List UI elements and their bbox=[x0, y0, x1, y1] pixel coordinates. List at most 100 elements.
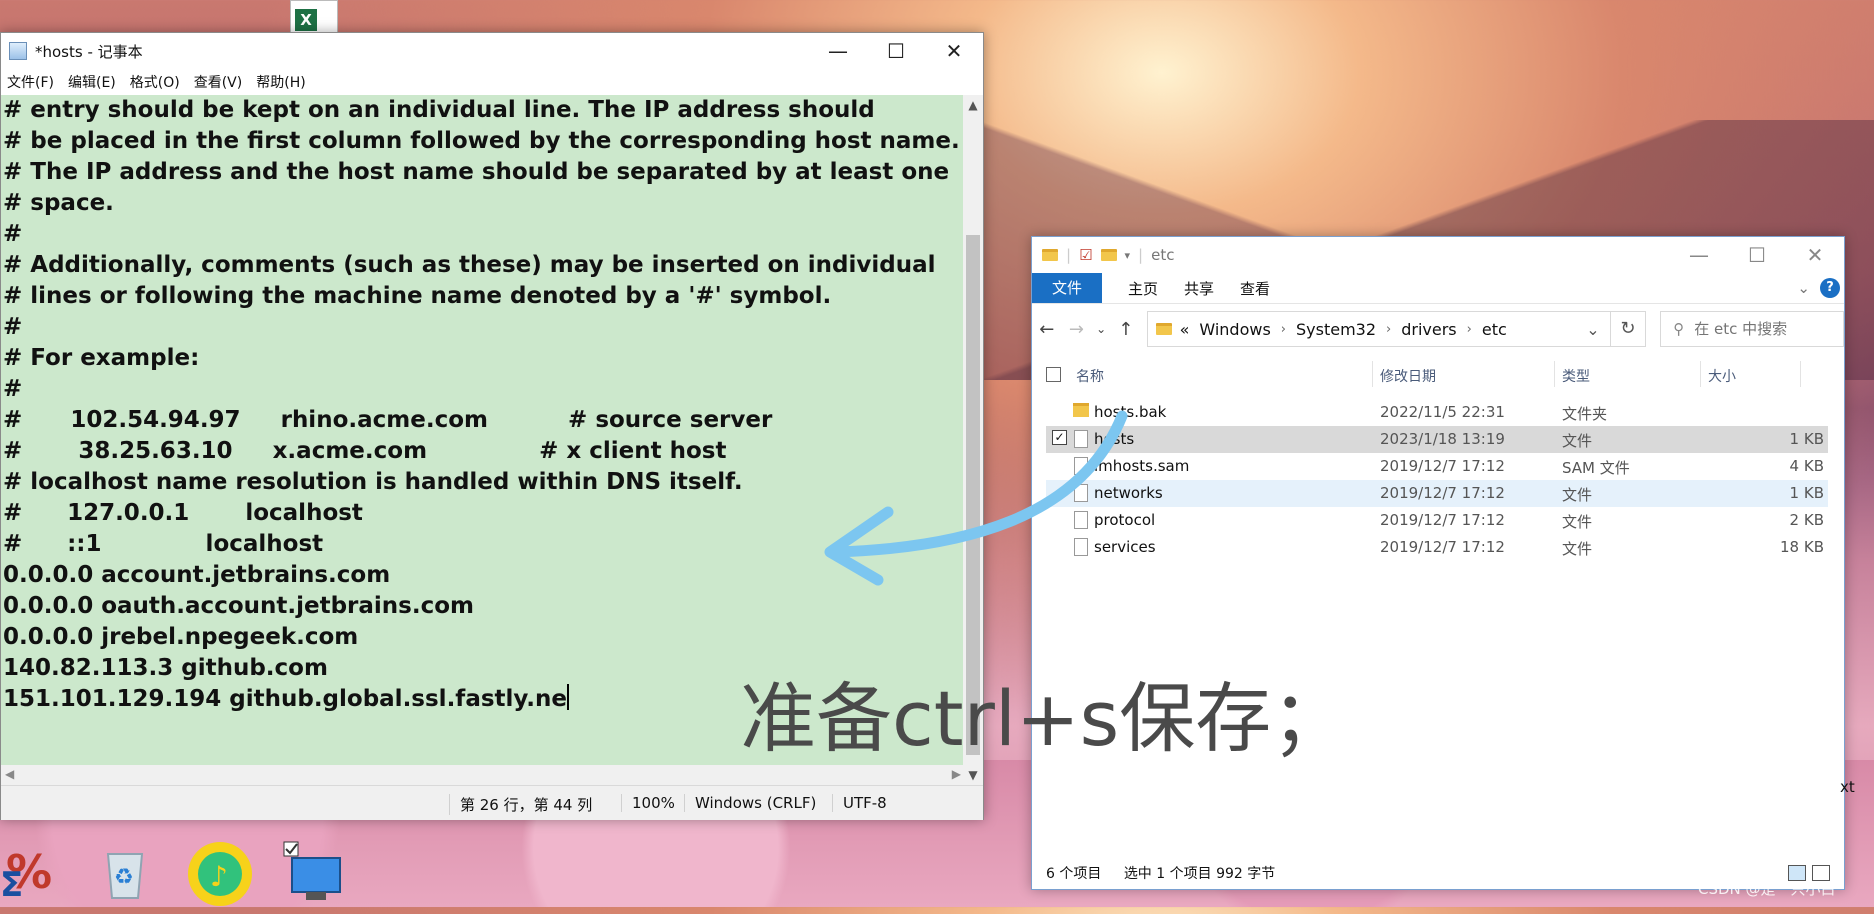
qq-music-icon[interactable]: ♪ bbox=[186, 840, 252, 906]
notepad-window: *hosts - 记事本 — ☐ ✕ 文件(F) 编辑(E) 格式(O) 查看(… bbox=[0, 32, 984, 820]
file-row[interactable]: networks 2019/12/7 17:12 文件 1 KB bbox=[1046, 480, 1828, 507]
back-icon[interactable]: ← bbox=[1032, 319, 1062, 340]
address-dropdown-icon[interactable]: ⌄ bbox=[1586, 320, 1599, 339]
file-row[interactable]: services 2019/12/7 17:12 文件 18 KB bbox=[1046, 534, 1828, 561]
chevron-right-icon[interactable]: › bbox=[1467, 322, 1472, 337]
text-line: # 127.0.0.1 localhost bbox=[3, 500, 363, 526]
file-type: SAM 文件 bbox=[1562, 459, 1630, 477]
menu-format[interactable]: 格式(O) bbox=[130, 72, 180, 92]
row-checkbox[interactable]: ✓ bbox=[1052, 430, 1067, 445]
column-name[interactable]: 名称 bbox=[1076, 366, 1104, 386]
breadcrumb-drivers[interactable]: drivers bbox=[1401, 320, 1456, 339]
text-line: # bbox=[3, 314, 23, 340]
file-size: 1 KB bbox=[1789, 484, 1824, 502]
file-row[interactable]: protocol 2019/12/7 17:12 文件 2 KB bbox=[1046, 507, 1828, 534]
tab-share[interactable]: 共享 bbox=[1184, 278, 1214, 299]
file-row[interactable]: lmhosts.sam 2019/12/7 17:12 SAM 文件 4 KB bbox=[1046, 453, 1828, 480]
text-line: # entry should be kept on an individual … bbox=[3, 97, 875, 123]
scroll-up-icon[interactable]: ▲ bbox=[963, 95, 983, 115]
text-line: # bbox=[3, 221, 23, 247]
select-all-checkbox[interactable] bbox=[1046, 367, 1061, 382]
search-box[interactable]: ⚲ bbox=[1660, 311, 1844, 347]
scroll-thumb[interactable] bbox=[966, 235, 980, 755]
close-icon[interactable]: ✕ bbox=[1786, 237, 1844, 273]
scroll-down-icon[interactable]: ▼ bbox=[963, 765, 983, 785]
close-icon[interactable]: ✕ bbox=[925, 33, 983, 69]
file-icon bbox=[1074, 430, 1088, 448]
tab-home[interactable]: 主页 bbox=[1128, 278, 1158, 299]
recent-dropdown-icon[interactable]: ⌄ bbox=[1091, 322, 1111, 336]
notepad-titlebar[interactable]: *hosts - 记事本 — ☐ ✕ bbox=[1, 33, 983, 69]
column-headers: 名称 修改日期 类型 大小 bbox=[1032, 357, 1844, 391]
file-row[interactable]: hosts.bak 2022/11/5 22:31 文件夹 bbox=[1046, 399, 1828, 426]
selection-info: 选中 1 个项目 992 字节 bbox=[1123, 866, 1276, 882]
chevron-right-icon[interactable]: › bbox=[1386, 322, 1391, 337]
item-count: 6 个项目 bbox=[1046, 866, 1102, 882]
excel-desktop-icon[interactable]: X bbox=[290, 0, 338, 34]
text-line: # bbox=[3, 376, 23, 402]
notepad-text-area[interactable]: # entry should be kept on an individual … bbox=[1, 95, 965, 765]
breadcrumb-etc[interactable]: etc bbox=[1482, 320, 1507, 339]
folder-icon bbox=[1073, 403, 1089, 417]
notepad-icon bbox=[9, 42, 27, 60]
file-icon bbox=[1074, 538, 1088, 556]
file-row[interactable]: ✓ hosts 2023/1/18 13:19 文件 1 KB bbox=[1046, 426, 1828, 453]
chevron-right-icon[interactable]: › bbox=[1281, 322, 1286, 337]
tab-view[interactable]: 查看 bbox=[1240, 278, 1270, 299]
menu-view[interactable]: 查看(V) bbox=[194, 72, 243, 92]
percent-app-icon[interactable]: % Σ bbox=[0, 840, 62, 905]
file-name: protocol bbox=[1094, 511, 1156, 529]
menu-edit[interactable]: 编辑(E) bbox=[68, 72, 116, 92]
tab-file[interactable]: 文件 bbox=[1032, 273, 1102, 303]
forward-icon[interactable]: → bbox=[1062, 319, 1092, 340]
column-type[interactable]: 类型 bbox=[1562, 366, 1590, 386]
quick-access-dropdown-icon[interactable]: ▾ bbox=[1125, 249, 1131, 262]
text-line: 0.0.0.0 jrebel.npegeek.com bbox=[3, 624, 359, 650]
text-line: 151.101.129.194 github.global.ssl.fastly… bbox=[3, 684, 569, 712]
maximize-icon[interactable]: ☐ bbox=[1728, 237, 1786, 273]
help-icon[interactable]: ? bbox=[1820, 278, 1840, 298]
text-line: # 38.25.63.10 x.acme.com # x client host bbox=[3, 438, 727, 464]
minimize-icon[interactable]: — bbox=[809, 33, 867, 69]
maximize-icon[interactable]: ☐ bbox=[867, 33, 925, 69]
minimize-icon[interactable]: — bbox=[1670, 237, 1728, 273]
line-ending: Windows (CRLF) bbox=[684, 794, 816, 812]
scroll-left-icon[interactable]: ◀ bbox=[5, 767, 14, 781]
address-bar[interactable]: « Windows › System32 › drivers › etc ⌄ bbox=[1146, 311, 1611, 347]
vertical-scrollbar[interactable]: ▲ ▼ bbox=[963, 95, 983, 785]
scroll-right-icon[interactable]: ▶ bbox=[952, 767, 961, 781]
properties-icon[interactable]: ☑ bbox=[1079, 246, 1092, 264]
breadcrumb-overflow[interactable]: « bbox=[1180, 320, 1190, 339]
file-size: 4 KB bbox=[1789, 457, 1824, 475]
column-size[interactable]: 大小 bbox=[1708, 366, 1736, 386]
recycle-bin-icon[interactable]: ♻ bbox=[94, 840, 156, 902]
horizontal-scrollbar[interactable]: ◀ ▶ bbox=[1, 765, 965, 785]
expand-ribbon-icon[interactable]: ⌄ bbox=[1797, 279, 1810, 297]
explorer-titlebar[interactable]: | ☑ ▾ | etc — ☐ ✕ bbox=[1032, 237, 1844, 273]
column-date[interactable]: 修改日期 bbox=[1380, 366, 1436, 386]
navigation-bar: ← → ⌄ ↑ « Windows › System32 › drivers ›… bbox=[1032, 304, 1844, 354]
menu-file[interactable]: 文件(F) bbox=[7, 72, 54, 92]
refresh-icon[interactable]: ↻ bbox=[1610, 311, 1647, 347]
text-line: # The IP address and the host name shoul… bbox=[3, 159, 950, 185]
text-line: # be placed in the first column followed… bbox=[3, 128, 960, 154]
new-folder-icon[interactable] bbox=[1100, 249, 1117, 261]
text-line: 0.0.0.0 account.jetbrains.com bbox=[3, 562, 391, 588]
search-input[interactable] bbox=[1692, 319, 1827, 339]
up-icon[interactable]: ↑ bbox=[1111, 319, 1141, 340]
text-line: 0.0.0.0 oauth.account.jetbrains.com bbox=[3, 593, 474, 619]
breadcrumb-system32[interactable]: System32 bbox=[1296, 320, 1376, 339]
folder-icon bbox=[1155, 323, 1172, 335]
file-name: hosts.bak bbox=[1094, 403, 1167, 421]
file-name: services bbox=[1094, 538, 1156, 556]
file-size: 2 KB bbox=[1789, 511, 1824, 529]
breadcrumb-windows[interactable]: Windows bbox=[1199, 320, 1270, 339]
file-size: 18 KB bbox=[1780, 538, 1824, 556]
this-pc-icon[interactable] bbox=[282, 840, 344, 902]
file-name: lmhosts.sam bbox=[1094, 457, 1190, 475]
explorer-statusbar: 6 个项目 选中 1 个项目 992 字节 bbox=[1046, 863, 1293, 883]
menu-help[interactable]: 帮助(H) bbox=[256, 72, 305, 92]
text-caret bbox=[567, 684, 569, 710]
file-type: 文件夹 bbox=[1562, 405, 1608, 423]
svg-text:Σ: Σ bbox=[0, 865, 23, 902]
